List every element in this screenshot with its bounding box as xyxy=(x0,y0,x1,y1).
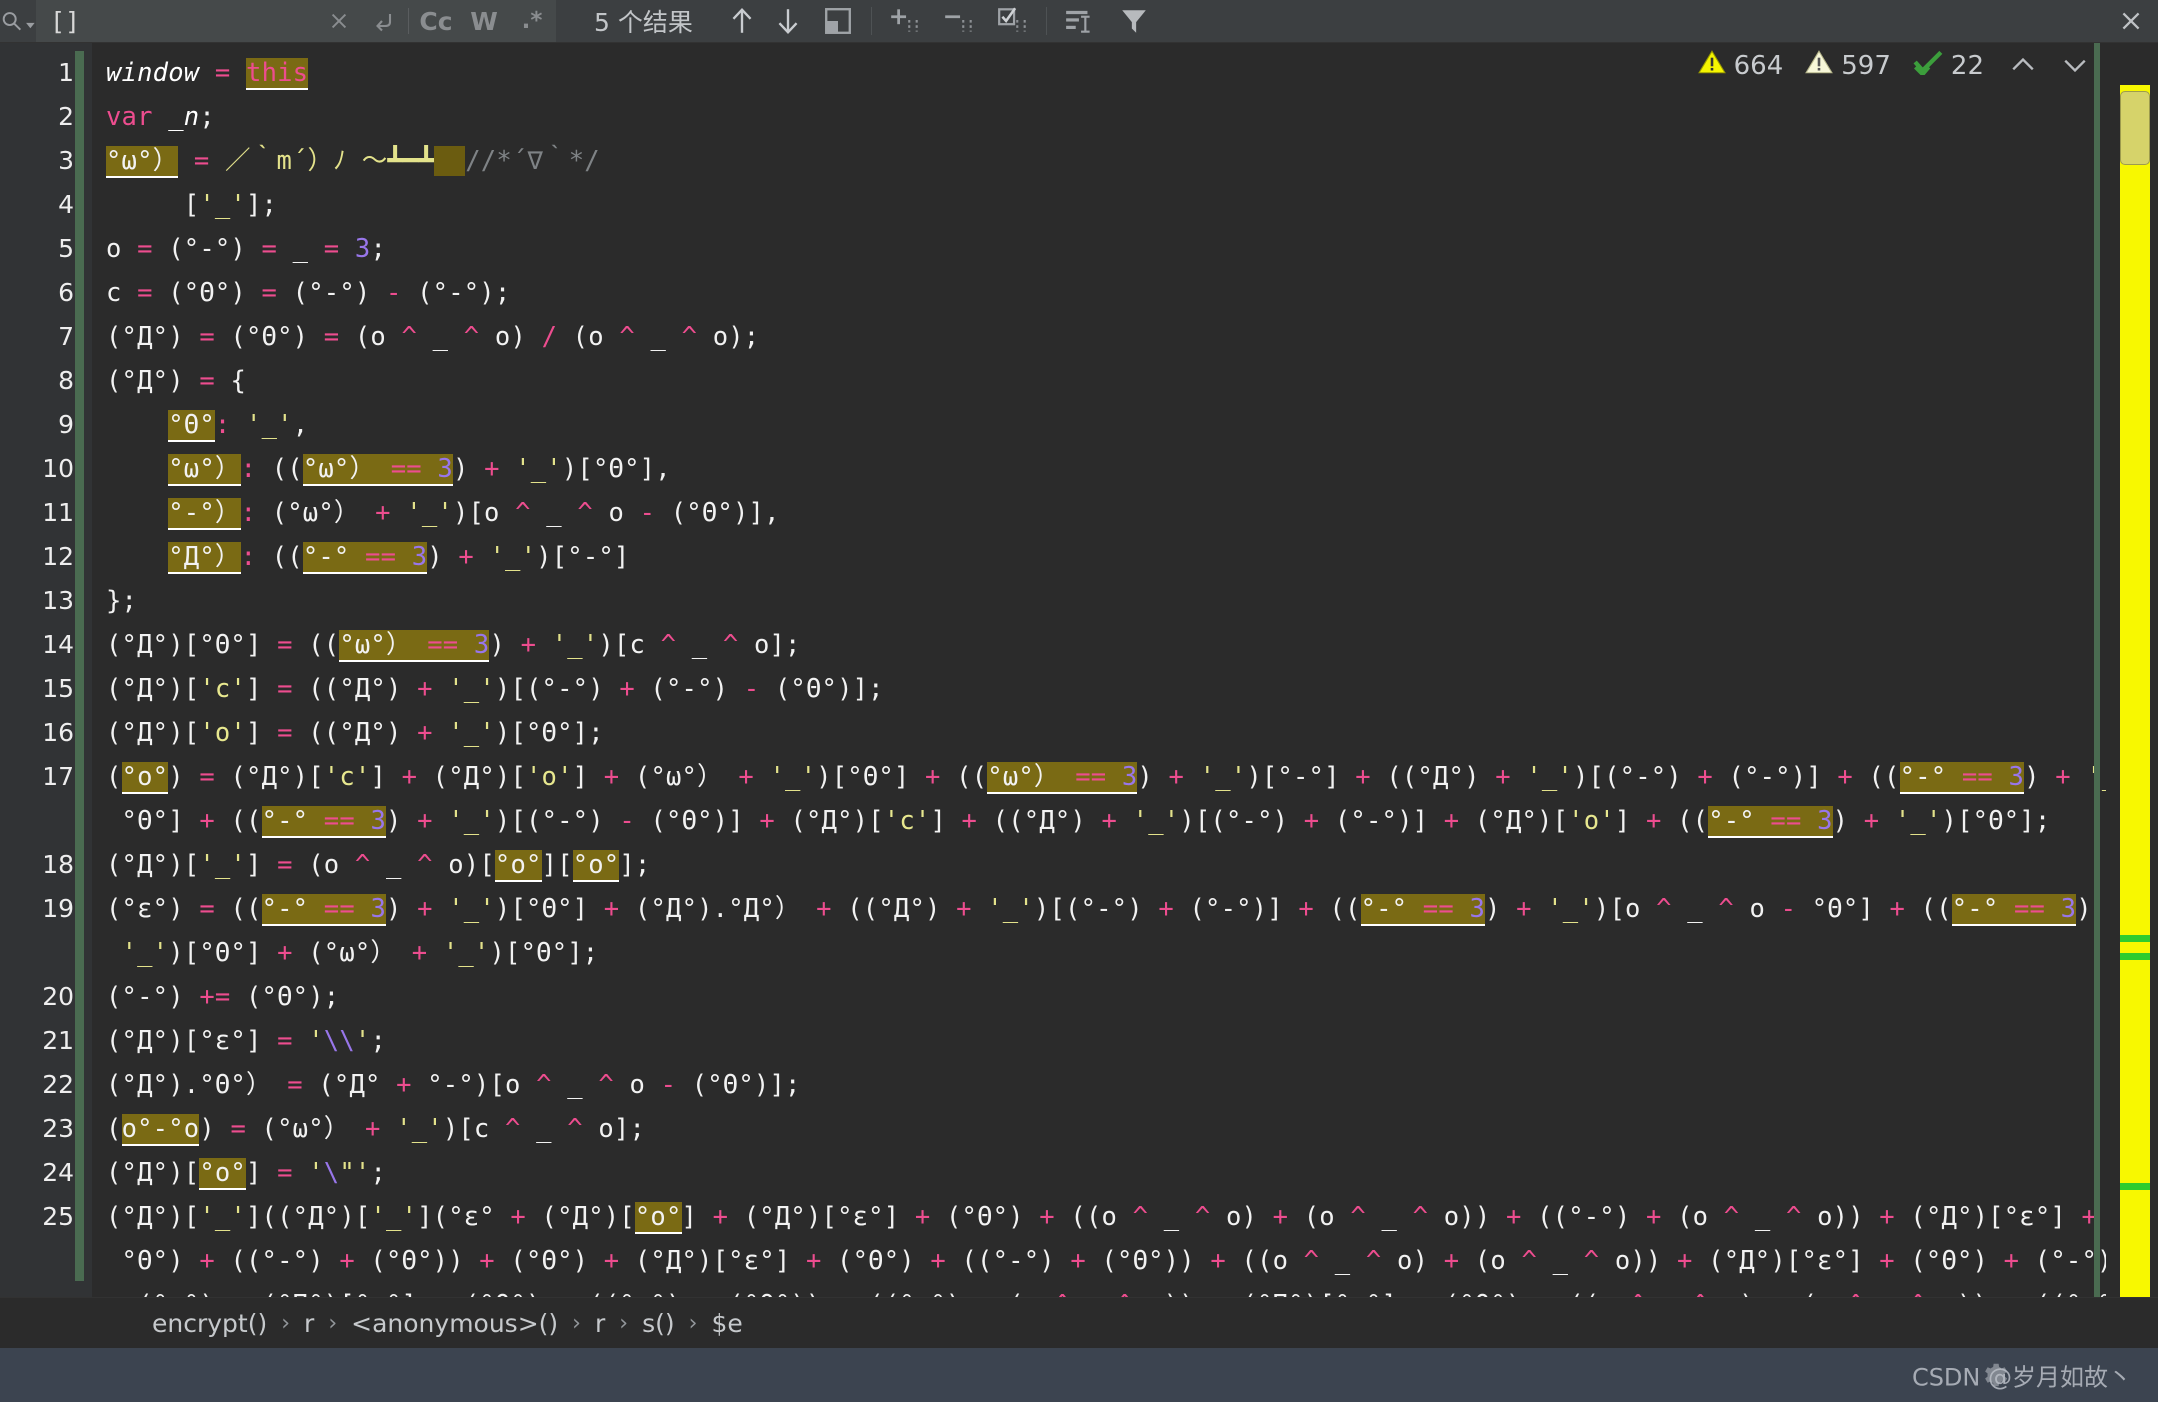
code-line[interactable]: (°Д°)[°Θ°] = ((°ω°） == 3) + '_')[c ^ _ ^… xyxy=(106,623,2158,667)
code-line[interactable]: °Д°）: ((°-° == 3) + '_')[°-°] xyxy=(106,535,2158,579)
breadcrumb-separator: › xyxy=(560,1311,593,1336)
editor-area: 1234567891011121314151617.1819.202122232… xyxy=(0,43,2158,1297)
chevron-up-icon[interactable] xyxy=(2010,51,2036,81)
stripe-mark-ok xyxy=(2120,935,2150,942)
code-line[interactable]: (°Д°) = { xyxy=(106,359,2158,403)
error-stripe-scrollbar[interactable] xyxy=(2120,85,2150,1297)
chevron-down-icon[interactable] xyxy=(2062,51,2088,81)
toolbar-divider xyxy=(1046,7,1047,35)
clear-search-icon[interactable] xyxy=(317,0,361,42)
scrollbar-thumb[interactable] xyxy=(2120,91,2150,165)
results-count-label: 5 个结果 xyxy=(556,3,719,39)
toolbar-divider xyxy=(408,8,409,34)
code-line[interactable]: (°Д°)[°ε°] = '\\'; xyxy=(106,1019,2158,1063)
breadcrumb-separator: › xyxy=(677,1311,710,1336)
toolbar-divider xyxy=(871,7,872,35)
breadcrumb-separator: › xyxy=(607,1311,640,1336)
code-line[interactable]: °Θ°: '_', xyxy=(106,403,2158,447)
code-line[interactable]: (°ε°) = ((°-° == 3) + '_')[°Θ°] + (°Д°).… xyxy=(106,887,2158,931)
breadcrumb-separator: › xyxy=(269,1311,302,1336)
code-line[interactable]: (°Д°) = (°Θ°) = (o ^ _ ^ o) / (o ^ _ ^ o… xyxy=(106,315,2158,359)
search-input-value: [] xyxy=(50,7,80,36)
code-line[interactable]: (o°-°o) = (°ω°） + '_')[c ^ _ ^ o]; xyxy=(106,1107,2158,1151)
warning-count: 664 xyxy=(1734,51,1784,81)
status-bar: CSDN @岁月如故丶 xyxy=(0,1348,2158,1402)
ok-indicator[interactable]: 22 xyxy=(1913,49,1984,82)
ok-count: 22 xyxy=(1951,51,1984,81)
stripe-mark-ok xyxy=(2120,953,2150,960)
regex-toggle[interactable]: .* xyxy=(508,0,556,42)
breadcrumb-separator: › xyxy=(316,1311,349,1336)
breadcrumb-item[interactable]: r xyxy=(593,1309,607,1338)
code-line[interactable]: o = (°-°) = _ = 3; xyxy=(106,227,2158,271)
breadcrumb-item[interactable]: <anonymous>() xyxy=(349,1309,560,1338)
add-occurrence-icon[interactable] xyxy=(878,0,932,42)
code-line[interactable]: (°o°) = (°Д°)['c'] + (°Д°)['o'] + (°ω°） … xyxy=(106,755,2158,799)
code-line[interactable]: var _n; xyxy=(106,95,2158,139)
code-line[interactable]: (°Д°)['o'] = ((°Д°) + '_')[°Θ°]; xyxy=(106,711,2158,755)
code-line[interactable]: °ω°）: ((°ω°） == 3) + '_')[°Θ°], xyxy=(106,447,2158,491)
watermark-label: CSDN @岁月如故丶 xyxy=(1912,1358,2132,1393)
code-line[interactable]: ['_']; xyxy=(106,183,2158,227)
code-line[interactable]: (°-°) += (°Θ°); xyxy=(106,975,2158,1019)
code-content[interactable]: window = thisvar _n;°ω°） = ／｀m´）ﾉ ～┻━┻ /… xyxy=(92,43,2158,1297)
code-line[interactable]: (°Д°).°Θ°） = (°Д° + °-°)[o ^ _ ^ o - (°Θ… xyxy=(106,1063,2158,1107)
code-line[interactable]: °Θ°] + ((°-° == 3) + '_')[(°-°) - (°Θ°)]… xyxy=(106,799,2158,843)
close-find-button[interactable] xyxy=(2118,0,2144,42)
code-line[interactable]: (°Д°)['_']((°Д°)['_'](°ε° + (°Д°)[°o°] +… xyxy=(106,1195,2158,1239)
breadcrumb-item[interactable]: $e xyxy=(709,1309,744,1338)
search-icon[interactable] xyxy=(0,8,36,34)
whole-words-toggle[interactable]: W xyxy=(460,0,508,42)
code-line[interactable]: °ω°） = ／｀m´）ﾉ ～┻━┻ //*´∇｀*/ xyxy=(106,139,2158,183)
inspection-widget: 664 597 22 xyxy=(1676,49,2088,82)
breadcrumb-item[interactable]: r xyxy=(302,1309,316,1338)
select-all-occurrences-icon[interactable] xyxy=(811,0,865,42)
code-line[interactable]: (°Д°)[°o°] = '\"'; xyxy=(106,1151,2158,1195)
line-number-blank: . xyxy=(0,1283,92,1297)
find-toolbar: [] Cc W .* 5 个结果 xyxy=(0,0,2158,43)
breadcrumb-item[interactable]: s() xyxy=(640,1309,677,1338)
code-line[interactable]: (°Д°)['c'] = ((°Д°) + '_')[(°-°) + (°-°)… xyxy=(106,667,2158,711)
code-line[interactable]: °-°）: (°ω°） + '_')[o ^ _ ^ o - (°Θ°)], xyxy=(106,491,2158,535)
scrollbar-gutter xyxy=(2106,43,2158,1297)
ide-window: [] Cc W .* 5 个结果 xyxy=(0,0,2158,1402)
code-line[interactable]: '_')[°Θ°] + (°ω°） + '_')[°Θ°]; xyxy=(106,931,2158,975)
breadcrumb-item[interactable]: encrypt() xyxy=(150,1309,269,1338)
weak-warning-triangle-icon xyxy=(1805,49,1833,82)
match-case-toggle[interactable]: Cc xyxy=(412,0,460,42)
vcs-change-marker xyxy=(75,51,84,1281)
filter-icon[interactable] xyxy=(1107,0,1161,42)
stripe-mark-ok xyxy=(2120,1183,2150,1190)
warning-triangle-icon xyxy=(1698,49,1726,82)
remove-occurrence-icon[interactable] xyxy=(932,0,986,42)
weak-warning-indicator[interactable]: 597 xyxy=(1805,49,1891,82)
text-options-icon[interactable] xyxy=(1053,0,1107,42)
search-history-icon[interactable] xyxy=(361,0,405,42)
find-previous-button[interactable] xyxy=(719,0,765,42)
breadcrumb: encrypt()›r›<anonymous>()›r›s()›$e xyxy=(0,1297,2158,1348)
vcs-stripe xyxy=(2094,43,2100,1297)
find-next-button[interactable] xyxy=(765,0,811,42)
code-line[interactable]: (°-°) + (°П°)[°ε°] + (°Θ°) + ((°-°) + (°… xyxy=(106,1283,2158,1297)
warning-indicator[interactable]: 664 xyxy=(1698,49,1784,82)
select-occurrences-icon[interactable] xyxy=(986,0,1040,42)
weak-warning-count: 597 xyxy=(1841,51,1891,81)
code-line[interactable]: (°Д°)['_'] = (o ^ _ ^ o)[°o°][°o°]; xyxy=(106,843,2158,887)
line-number-gutter: 1234567891011121314151617.1819.202122232… xyxy=(0,43,92,1297)
search-input[interactable]: [] Cc W .* xyxy=(36,0,556,42)
code-line[interactable]: }; xyxy=(106,579,2158,623)
code-line[interactable]: °Θ°) + ((°-°) + (°Θ°)) + (°Θ°) + (°Д°)[°… xyxy=(106,1239,2158,1283)
check-icon xyxy=(1913,49,1943,82)
code-line[interactable]: c = (°Θ°) = (°-°) - (°-°); xyxy=(106,271,2158,315)
